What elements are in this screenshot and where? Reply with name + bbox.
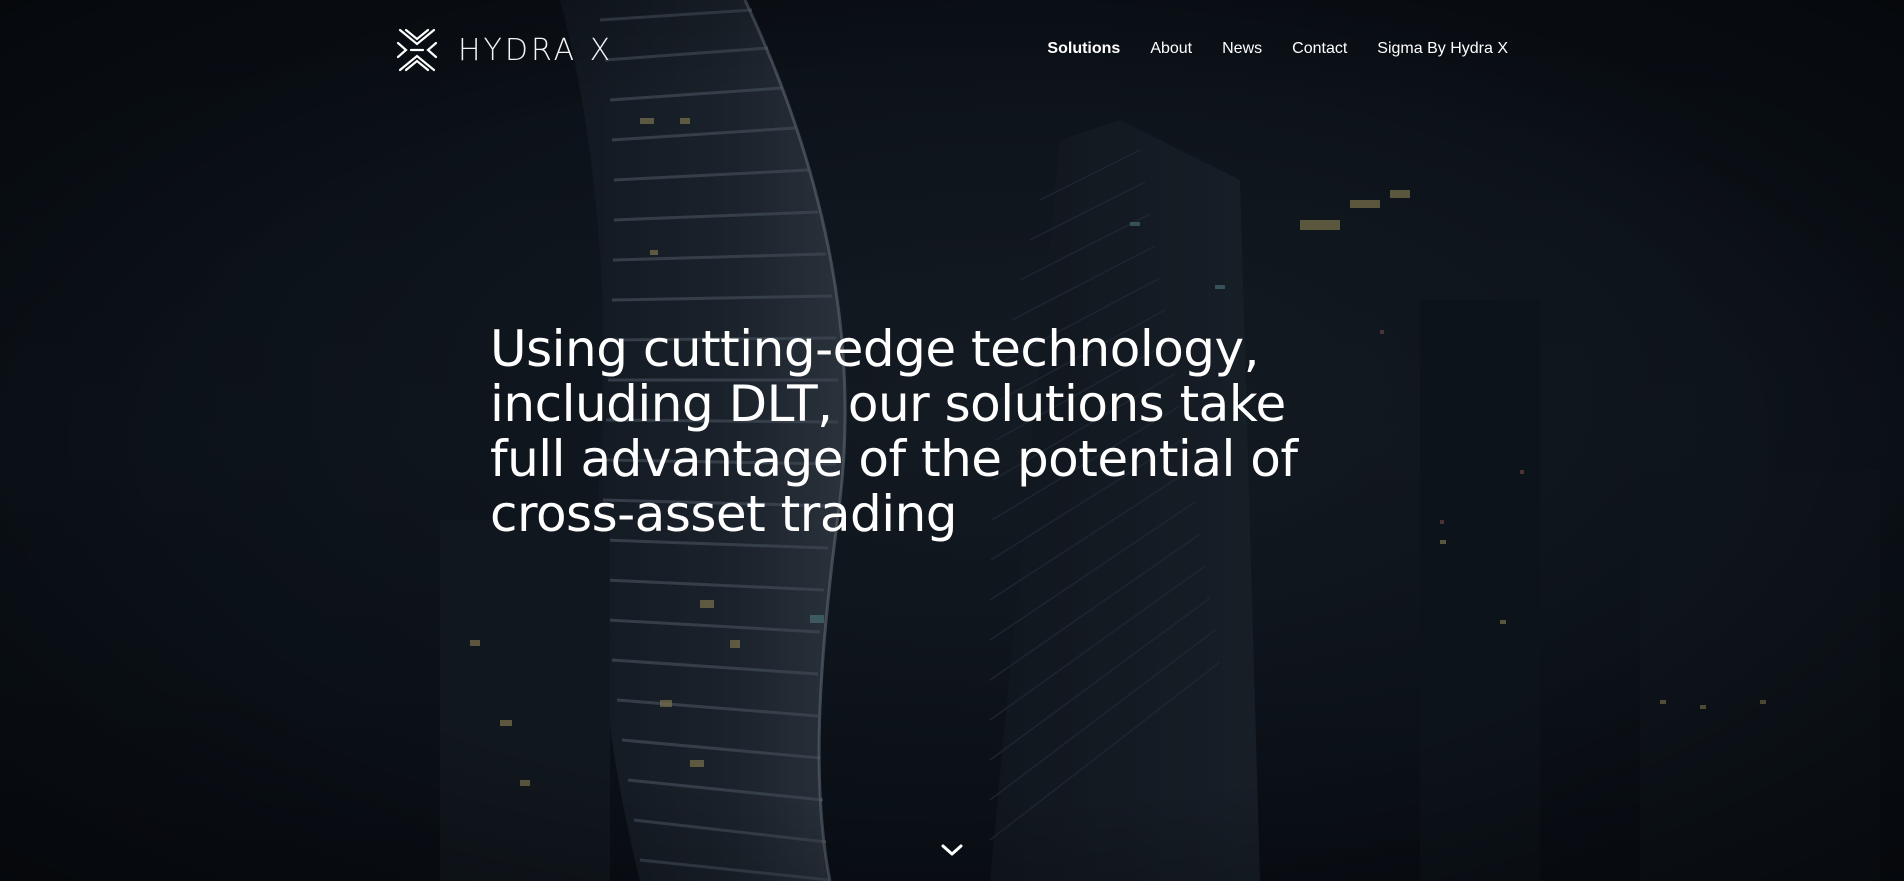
nav-item-news[interactable]: News bbox=[1222, 38, 1262, 60]
hero-headline: Using cutting-edge technology, including… bbox=[490, 320, 1298, 543]
main-nav: Solutions About News Contact Sigma By Hy… bbox=[1047, 38, 1508, 60]
nav-item-about[interactable]: About bbox=[1150, 38, 1192, 60]
nav-item-contact[interactable]: Contact bbox=[1292, 38, 1347, 60]
site-header: HYDRA X Solutions About News Contact Sig… bbox=[0, 0, 1904, 100]
nav-item-solutions[interactable]: Solutions bbox=[1047, 38, 1120, 60]
nav-item-sigma[interactable]: Sigma By Hydra X bbox=[1377, 38, 1508, 60]
scroll-down-button[interactable] bbox=[939, 840, 965, 860]
chevron-down-icon bbox=[941, 844, 963, 856]
hydra-x-logo-icon bbox=[396, 28, 438, 72]
hero-page: HYDRA X Solutions About News Contact Sig… bbox=[0, 0, 1904, 881]
brand-logo-link[interactable]: HYDRA X bbox=[396, 27, 613, 73]
brand-name: HYDRA X bbox=[458, 32, 614, 68]
